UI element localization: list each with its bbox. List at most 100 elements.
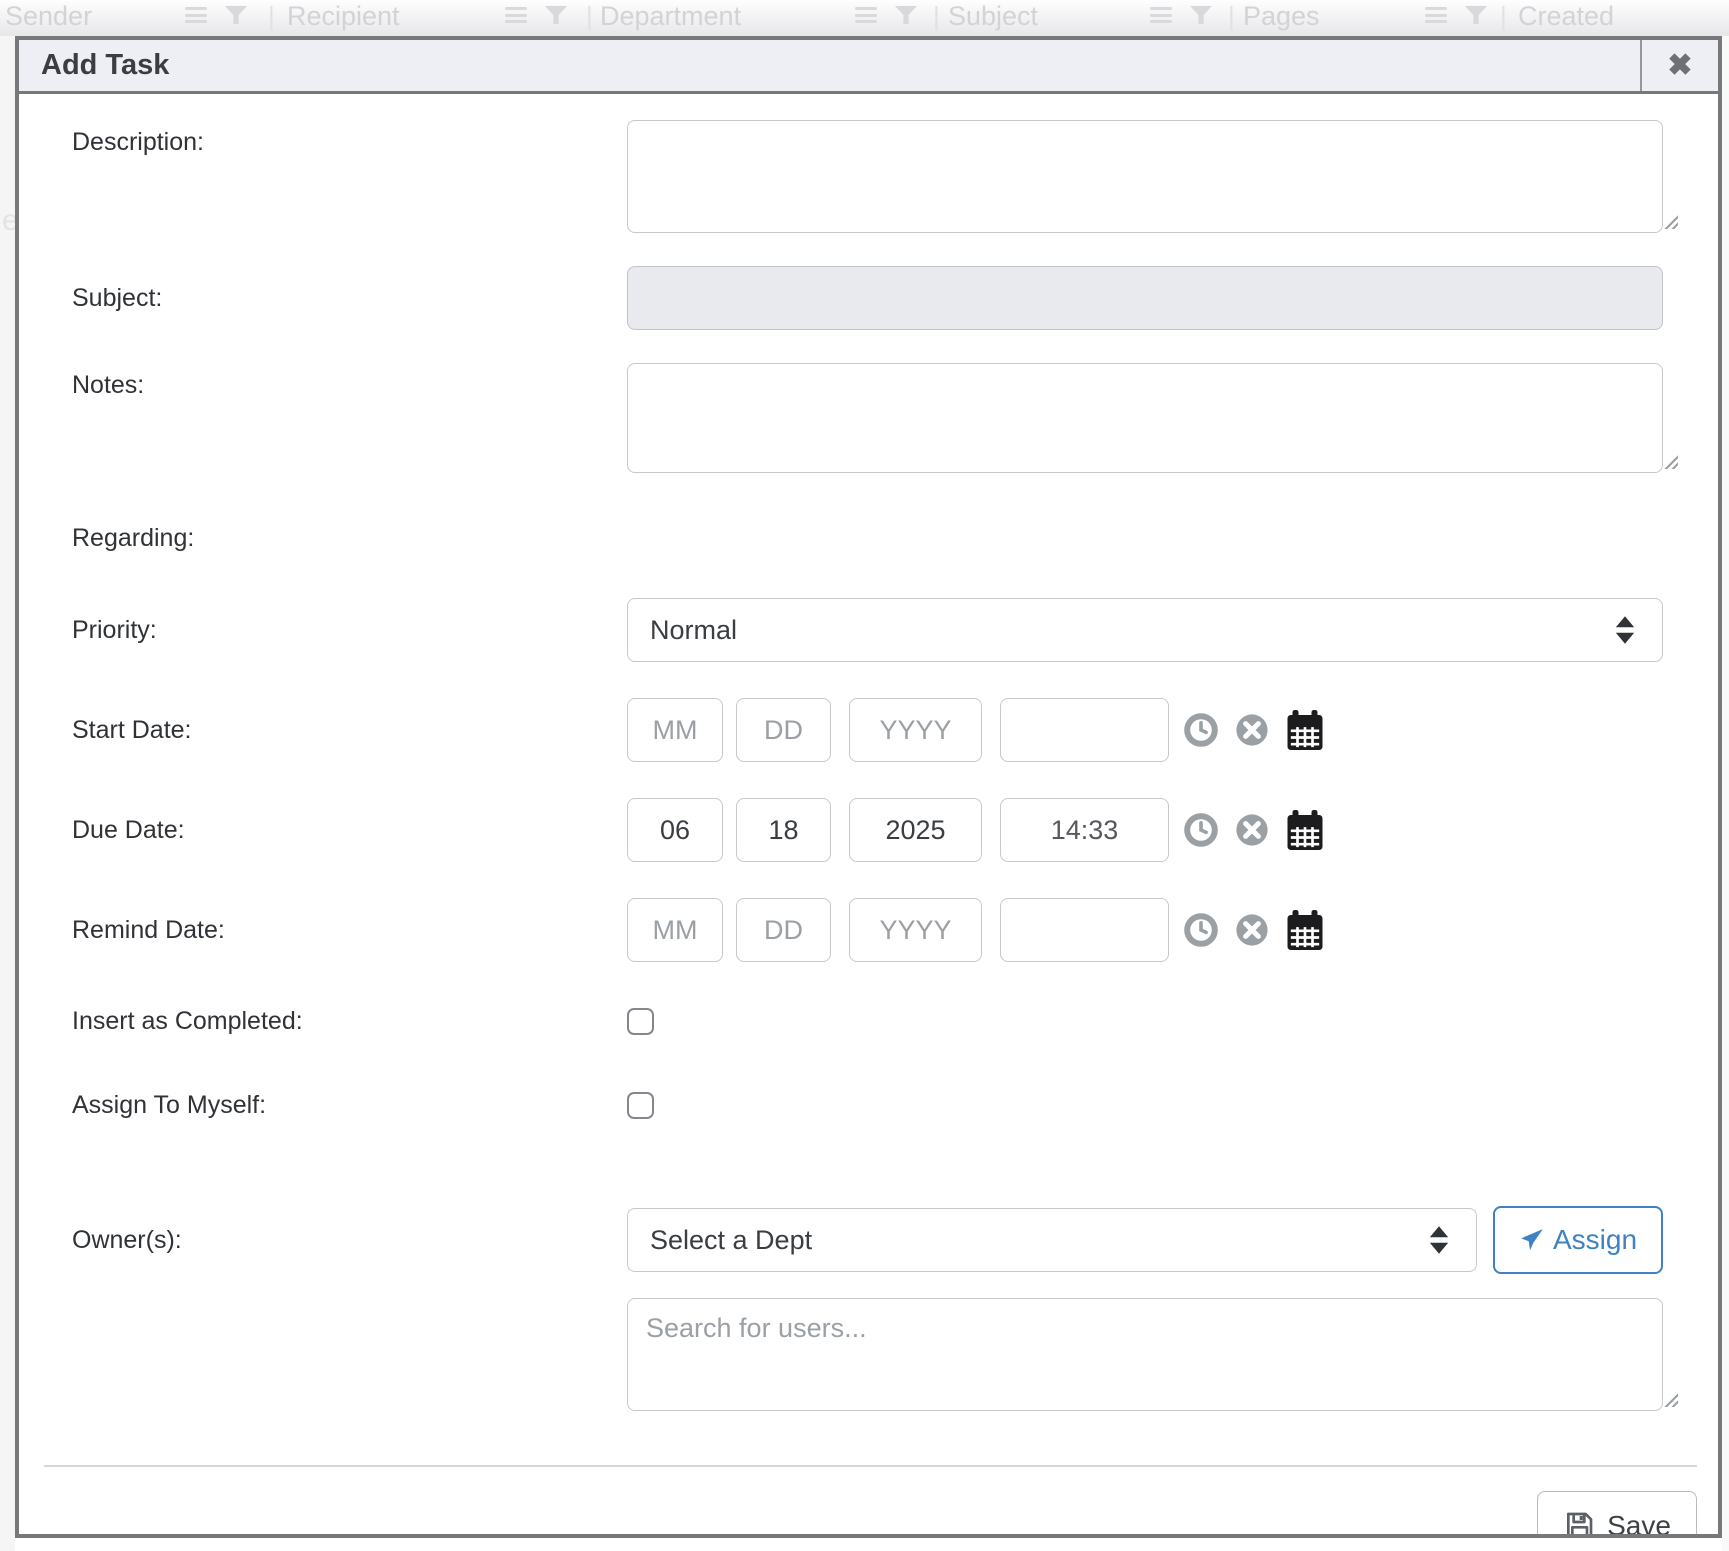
bg-column-created: Created [1518, 1, 1614, 32]
due-year-input[interactable] [849, 798, 982, 862]
start-date-clear-button[interactable] [1235, 713, 1269, 747]
resize-handle[interactable] [1662, 213, 1678, 229]
close-button[interactable]: ✖ [1640, 40, 1718, 91]
sort-menu-icon [1425, 7, 1447, 23]
sort-menu-icon [185, 7, 207, 23]
sort-menu-icon [855, 7, 877, 23]
filter-funnel-icon [545, 6, 567, 24]
due-time-input[interactable] [1000, 798, 1169, 862]
bg-column-subject: Subject [948, 1, 1038, 32]
save-button-label: Save [1607, 1510, 1671, 1538]
due-date-clear-button[interactable] [1235, 813, 1269, 847]
remind-date-row: Remind Date: [72, 898, 1682, 962]
insert-completed-checkbox[interactable] [627, 1008, 654, 1035]
remind-date-clear-button[interactable] [1235, 913, 1269, 947]
filter-funnel-icon [225, 6, 247, 24]
description-label: Description: [72, 120, 627, 233]
bg-column-separator: | [1500, 1, 1507, 32]
floppy-disk-icon [1563, 1510, 1595, 1538]
filter-funnel-icon [1465, 6, 1487, 24]
owners-label: Owner(s): [72, 1226, 627, 1255]
bg-column-separator: | [933, 1, 940, 32]
resize-handle[interactable] [1662, 453, 1678, 469]
assign-button-label: Assign [1553, 1224, 1637, 1256]
notes-row: Notes: [72, 363, 1682, 473]
due-month-input[interactable] [627, 798, 723, 862]
select-chevron-icon [1428, 1225, 1450, 1255]
clock-icon [1183, 712, 1219, 748]
due-date-row: Due Date: [72, 798, 1682, 862]
clear-circle-icon [1235, 913, 1269, 947]
bg-sort-filter-icons [185, 6, 247, 24]
priority-row: Priority: Normal [72, 598, 1682, 662]
filter-funnel-icon [895, 6, 917, 24]
department-select[interactable]: Select a Dept [627, 1208, 1477, 1272]
user-search-row [72, 1298, 1682, 1411]
assign-myself-row: Assign To Myself: [72, 1088, 1682, 1122]
background-grid-header: Sender Recipient Department Subject Page… [0, 0, 1729, 36]
due-date-calendar-button[interactable] [1285, 809, 1325, 851]
bg-column-separator: | [268, 1, 275, 32]
dialog-title: Add Task [19, 40, 1640, 91]
description-textarea[interactable] [627, 120, 1663, 233]
user-search-textarea[interactable] [627, 1298, 1663, 1411]
start-month-input[interactable] [627, 698, 723, 762]
add-task-dialog: Add Task ✖ Description: Subject: Notes: … [15, 36, 1722, 1538]
due-time-picker-button[interactable] [1183, 812, 1219, 848]
due-date-label: Due Date: [72, 816, 627, 845]
insert-completed-label: Insert as Completed: [72, 1007, 627, 1036]
bg-column-pages: Pages [1243, 1, 1320, 32]
remind-date-calendar-button[interactable] [1285, 909, 1325, 951]
resize-handle[interactable] [1662, 1391, 1678, 1407]
bg-column-recipient: Recipient [287, 1, 400, 32]
start-time-input[interactable] [1000, 698, 1169, 762]
dialog-header: Add Task ✖ [19, 40, 1718, 94]
dialog-footer: Save [19, 1491, 1718, 1538]
assign-myself-label: Assign To Myself: [72, 1091, 627, 1120]
remind-time-picker-button[interactable] [1183, 912, 1219, 948]
start-date-label: Start Date: [72, 716, 627, 745]
bg-sort-filter-icons [1425, 6, 1487, 24]
sort-menu-icon [1150, 7, 1172, 23]
clock-icon [1183, 812, 1219, 848]
remind-month-input[interactable] [627, 898, 723, 962]
select-chevron-icon [1614, 615, 1636, 645]
close-icon: ✖ [1667, 48, 1692, 83]
start-date-row: Start Date: [72, 698, 1682, 762]
calendar-icon [1285, 909, 1325, 951]
bg-sort-filter-icons [1150, 6, 1212, 24]
bg-column-sender: Sender [5, 1, 92, 32]
clear-circle-icon [1235, 713, 1269, 747]
start-year-input[interactable] [849, 698, 982, 762]
sort-menu-icon [505, 7, 527, 23]
remind-date-label: Remind Date: [72, 916, 627, 945]
bg-column-separator: | [586, 1, 593, 32]
subject-label: Subject: [72, 284, 627, 313]
remind-time-input[interactable] [1000, 898, 1169, 962]
bg-column-separator: | [1228, 1, 1235, 32]
filter-funnel-icon [1190, 6, 1212, 24]
remind-year-input[interactable] [849, 898, 982, 962]
clear-circle-icon [1235, 813, 1269, 847]
bg-sort-filter-icons [505, 6, 567, 24]
start-day-input[interactable] [736, 698, 831, 762]
subject-input [627, 266, 1663, 330]
assign-button[interactable]: Assign [1493, 1206, 1663, 1274]
notes-label: Notes: [72, 363, 627, 473]
assign-myself-checkbox[interactable] [627, 1092, 654, 1119]
due-day-input[interactable] [736, 798, 831, 862]
priority-select[interactable]: Normal [627, 598, 1663, 662]
start-date-calendar-button[interactable] [1285, 709, 1325, 751]
bg-sort-filter-icons [855, 6, 917, 24]
start-time-picker-button[interactable] [1183, 712, 1219, 748]
remind-day-input[interactable] [736, 898, 831, 962]
priority-label: Priority: [72, 616, 627, 645]
notes-textarea[interactable] [627, 363, 1663, 473]
background-right-margin [1722, 36, 1729, 1551]
user-search-spacer [72, 1298, 627, 1411]
calendar-icon [1285, 809, 1325, 851]
regarding-label: Regarding: [72, 524, 627, 556]
save-button[interactable]: Save [1537, 1491, 1697, 1538]
bg-column-department: Department [600, 1, 741, 32]
clock-icon [1183, 912, 1219, 948]
